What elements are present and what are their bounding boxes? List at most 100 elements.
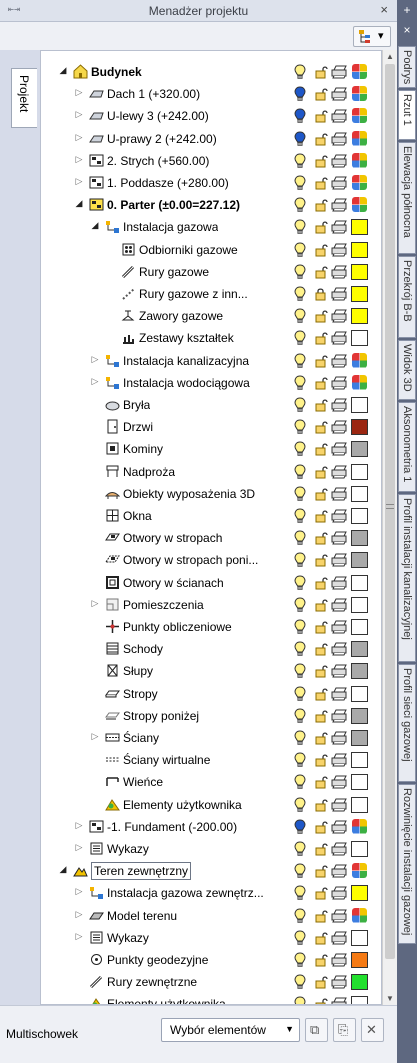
printer-icon[interactable] (331, 576, 348, 590)
tree-row[interactable]: Elementy użytkownika (41, 794, 381, 816)
layer-color-swatch[interactable] (352, 907, 367, 923)
layer-color-swatch[interactable] (352, 64, 367, 79)
lock-open-icon[interactable] (314, 975, 328, 989)
lock-open-icon[interactable] (314, 553, 328, 567)
tree-row[interactable]: Schody (41, 638, 381, 660)
lock-open-icon[interactable] (314, 842, 328, 856)
lock-open-icon[interactable] (314, 376, 328, 390)
printer-icon[interactable] (331, 598, 348, 612)
layer-color-swatch[interactable] (351, 330, 368, 347)
lock-open-icon[interactable] (314, 465, 328, 479)
visibility-bulb-icon[interactable] (294, 197, 306, 213)
delete-button[interactable]: ✕ (361, 1018, 384, 1042)
visibility-bulb-icon[interactable] (294, 242, 306, 258)
view-tab[interactable]: Profil sieci gazowej (398, 664, 416, 782)
layer-color-swatch[interactable] (352, 197, 367, 213)
printer-icon[interactable] (331, 753, 348, 767)
tree-row[interactable]: Zawory gazowe (41, 305, 381, 327)
collapse-arrow-icon[interactable]: ◢ (73, 198, 85, 209)
visibility-bulb-icon[interactable] (294, 419, 306, 435)
tree-row[interactable]: ▷ Instalacja kanalizacyjna (41, 350, 381, 372)
lock-open-icon[interactable] (314, 487, 328, 501)
lock-open-icon[interactable] (314, 886, 328, 900)
printer-icon[interactable] (331, 886, 348, 900)
layer-color-swatch[interactable] (352, 152, 367, 168)
layer-color-swatch[interactable] (351, 485, 368, 502)
copy-button[interactable]: ⧉ (305, 1018, 328, 1042)
lock-open-icon[interactable] (314, 664, 328, 678)
tree-row[interactable]: Stropy poniżej (41, 705, 381, 727)
view-tab[interactable]: Rozwinięcie instalacji gazowej (398, 784, 416, 944)
printer-icon[interactable] (331, 864, 348, 878)
visibility-bulb-icon[interactable] (294, 752, 306, 768)
printer-icon[interactable] (331, 109, 348, 123)
visibility-bulb-icon[interactable] (294, 774, 306, 790)
printer-icon[interactable] (331, 820, 348, 834)
view-tab[interactable]: Elewacja północna (398, 142, 416, 254)
view-tab[interactable]: Profil instalacji kanalizacyjnej (398, 494, 416, 662)
layer-color-swatch[interactable] (351, 707, 368, 724)
tree-row[interactable]: ▷ 1. Poddasze (+280.00) (41, 172, 381, 194)
tree-row[interactable]: ◢ Budynek (41, 61, 381, 83)
lock-open-icon[interactable] (314, 265, 328, 279)
lock-open-icon[interactable] (314, 953, 328, 967)
lock-open-icon[interactable] (314, 109, 328, 123)
visibility-bulb-icon[interactable] (294, 974, 306, 990)
layer-color-swatch[interactable] (351, 841, 368, 857)
close-icon[interactable]: × (397, 23, 417, 37)
layer-color-swatch[interactable] (351, 974, 368, 991)
tree-row[interactable]: ▷ Dach 1 (+320.00) (41, 83, 381, 105)
lock-open-icon[interactable] (314, 220, 328, 234)
lock-open-icon[interactable] (314, 620, 328, 634)
visibility-bulb-icon[interactable] (294, 575, 306, 591)
tree-row[interactable]: Kominy (41, 438, 381, 460)
tab-projekt[interactable]: Projekt (11, 68, 37, 128)
printer-icon[interactable] (331, 909, 348, 923)
layer-color-swatch[interactable] (351, 241, 368, 258)
tree-row[interactable]: Rury gazowe z inn... (41, 283, 381, 305)
tree-row[interactable]: ▷ U-prawy 2 (+242.00) (41, 128, 381, 150)
visibility-bulb-icon[interactable] (294, 219, 306, 235)
layer-color-swatch[interactable] (351, 641, 368, 658)
tree-row[interactable]: ▷ 2. Strych (+560.00) (41, 150, 381, 172)
lock-open-icon[interactable] (314, 198, 328, 212)
lock-open-icon[interactable] (314, 243, 328, 257)
layer-color-swatch[interactable] (351, 885, 368, 902)
printer-icon[interactable] (331, 465, 348, 479)
tree-row[interactable]: Odbiorniki gazowe (41, 239, 381, 261)
visibility-bulb-icon[interactable] (294, 397, 306, 413)
printer-icon[interactable] (331, 132, 348, 146)
tree-row[interactable]: Otwory w stropach poni... (41, 549, 381, 571)
visibility-bulb-icon[interactable] (294, 64, 306, 80)
lock-open-icon[interactable] (314, 775, 328, 789)
tree-row[interactable]: ▷ Model terenu (41, 905, 381, 927)
printer-icon[interactable] (331, 398, 348, 412)
lock-open-icon[interactable] (314, 798, 328, 812)
lock-open-icon[interactable] (314, 176, 328, 190)
lock-open-icon[interactable] (314, 87, 328, 101)
visibility-bulb-icon[interactable] (294, 530, 306, 546)
printer-icon[interactable] (331, 531, 348, 545)
view-tab[interactable]: Rzut 1 (398, 90, 416, 140)
layer-color-swatch[interactable] (351, 397, 368, 413)
lock-open-icon[interactable] (314, 997, 328, 1004)
lock-open-icon[interactable] (314, 931, 328, 945)
layer-color-swatch[interactable] (351, 263, 368, 280)
printer-icon[interactable] (331, 220, 348, 234)
layer-color-swatch[interactable] (352, 108, 367, 124)
lock-open-icon[interactable] (314, 154, 328, 168)
tree-row[interactable]: ▷ Wykazy (41, 927, 381, 949)
lock-open-icon[interactable] (314, 132, 328, 146)
view-tab[interactable]: Przekrój B-B (398, 256, 416, 338)
tree-row[interactable]: ◢ Teren zewnętrzny (41, 860, 381, 882)
lock-open-icon[interactable] (314, 598, 328, 612)
visibility-bulb-icon[interactable] (294, 508, 306, 524)
tree-row[interactable]: Nadproża (41, 461, 381, 483)
layer-color-swatch[interactable] (351, 508, 368, 524)
printer-icon[interactable] (331, 331, 348, 345)
visibility-bulb-icon[interactable] (294, 264, 306, 280)
scroll-up-icon[interactable]: ▲ (386, 52, 394, 61)
printer-icon[interactable] (331, 176, 348, 190)
visibility-bulb-icon[interactable] (294, 930, 306, 946)
printer-icon[interactable] (331, 664, 348, 678)
